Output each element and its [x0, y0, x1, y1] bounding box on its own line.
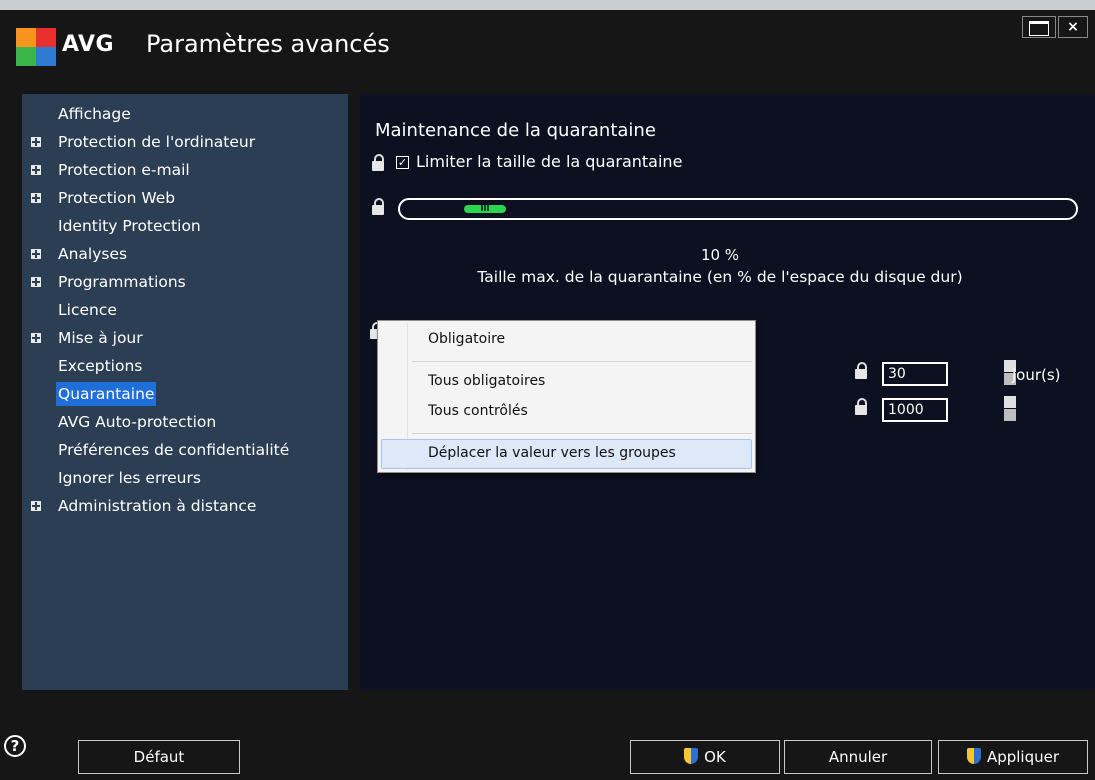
menu-item-tous-controles[interactable]: Tous contrôlés: [428, 403, 528, 419]
cancel-button[interactable]: Annuler: [784, 740, 932, 774]
days-input[interactable]: 30: [882, 362, 948, 386]
days-unit: jour(s): [1012, 366, 1061, 384]
lock-icon[interactable]: [372, 154, 384, 172]
sidebar-item-label: Programmations: [58, 273, 186, 291]
sidebar-item-quarantaine[interactable]: Quarantaine: [22, 380, 348, 408]
sidebar-item-analyses[interactable]: Analyses: [22, 240, 348, 268]
sidebar-item-label: AVG Auto-protection: [58, 413, 217, 431]
shield-icon: [684, 748, 699, 764]
sidebar-item-label: Analyses: [58, 245, 128, 263]
sidebar-item-mise-a-jour[interactable]: Mise à jour: [22, 324, 348, 352]
sidebar-item-licence[interactable]: Licence: [22, 296, 348, 324]
max-files-spinner[interactable]: [1004, 396, 1016, 422]
ok-button[interactable]: OK: [630, 740, 780, 774]
shield-icon: [966, 748, 981, 764]
sidebar-item-label: Affichage: [58, 105, 131, 123]
sidebar-item-label: Licence: [58, 301, 117, 319]
sidebar-item-label: Quarantaine: [56, 382, 157, 406]
quarantine-size-slider[interactable]: III: [398, 198, 1078, 220]
sidebar-item-protection-email[interactable]: Protection e-mail: [22, 156, 348, 184]
slider-value: 10 %: [700, 246, 740, 264]
slider-description: Taille max. de la quarantaine (en % de l…: [477, 268, 963, 286]
maximize-button[interactable]: [1022, 16, 1056, 38]
expand-icon[interactable]: [31, 137, 41, 147]
sidebar-item-administration-distance[interactable]: Administration à distance: [22, 492, 348, 520]
window-title: Paramètres avancés: [146, 30, 390, 58]
apply-button[interactable]: Appliquer: [938, 740, 1088, 774]
sidebar-item-label: Identity Protection: [58, 217, 201, 235]
maximize-icon: [1029, 21, 1049, 36]
menu-item-tous-obligatoires[interactable]: Tous obligatoires: [428, 373, 545, 389]
menu-item-obligatoire[interactable]: Obligatoire: [428, 331, 505, 347]
help-icon[interactable]: ?: [4, 735, 26, 757]
menu-item-deplacer-vers-groupes[interactable]: Déplacer la valeur vers les groupes: [428, 445, 676, 461]
sidebar-item-identity-protection[interactable]: Identity Protection: [22, 212, 348, 240]
sidebar-item-label: Mise à jour: [58, 329, 143, 347]
expand-icon[interactable]: [31, 277, 41, 287]
sidebar-item-affichage[interactable]: Affichage: [22, 100, 348, 128]
sidebar-item-programmations[interactable]: Programmations: [22, 268, 348, 296]
max-files-input[interactable]: 1000: [882, 398, 948, 422]
lock-icon[interactable]: [855, 398, 867, 416]
sidebar-item-auto-protection[interactable]: AVG Auto-protection: [22, 408, 348, 436]
expand-icon[interactable]: [31, 249, 41, 259]
sidebar-item-label: Préférences de confidentialité: [58, 441, 290, 459]
sidebar-item-label: Protection Web: [58, 189, 176, 207]
sidebar-item-label: Protection e-mail: [58, 161, 190, 179]
section-title: Maintenance de la quarantaine: [375, 120, 656, 141]
expand-icon[interactable]: [31, 333, 41, 343]
sidebar-item-protection-ordinateur[interactable]: Protection de l'ordinateur: [22, 128, 348, 156]
slider-thumb[interactable]: III: [464, 205, 506, 213]
apply-label: Appliquer: [986, 748, 1060, 766]
avg-logo-icon: [16, 28, 56, 66]
sidebar-item-exceptions[interactable]: Exceptions: [22, 352, 348, 380]
sidebar-item-ignorer-erreurs[interactable]: Ignorer les erreurs: [22, 464, 348, 492]
default-button[interactable]: Défaut: [78, 740, 240, 774]
limit-size-checkbox[interactable]: ✓: [396, 156, 409, 169]
sidebar-item-label: Protection de l'ordinateur: [58, 133, 256, 151]
expand-icon[interactable]: [31, 501, 41, 511]
expand-icon[interactable]: [31, 165, 41, 175]
settings-tree: Affichage Protection de l'ordinateur Pro…: [22, 94, 348, 690]
lock-icon[interactable]: [855, 362, 867, 380]
lock-icon[interactable]: [372, 198, 384, 216]
context-menu: Obligatoire Tous obligatoires Tous contr…: [377, 320, 756, 473]
sidebar-item-label: Administration à distance: [58, 497, 257, 515]
expand-icon[interactable]: [31, 193, 41, 203]
brand-name: AVG: [62, 32, 115, 57]
limit-size-label[interactable]: Limiter la taille de la quarantaine: [416, 152, 682, 171]
sidebar-item-label: Ignorer les erreurs: [58, 469, 201, 487]
menu-separator: [412, 433, 752, 434]
sidebar-item-protection-web[interactable]: Protection Web: [22, 184, 348, 212]
sidebar-item-confidentialite[interactable]: Préférences de confidentialité: [22, 436, 348, 464]
close-button[interactable]: ×: [1058, 16, 1088, 38]
sidebar-item-label: Exceptions: [58, 357, 143, 375]
ok-label: OK: [704, 748, 726, 766]
menu-separator: [412, 361, 752, 362]
